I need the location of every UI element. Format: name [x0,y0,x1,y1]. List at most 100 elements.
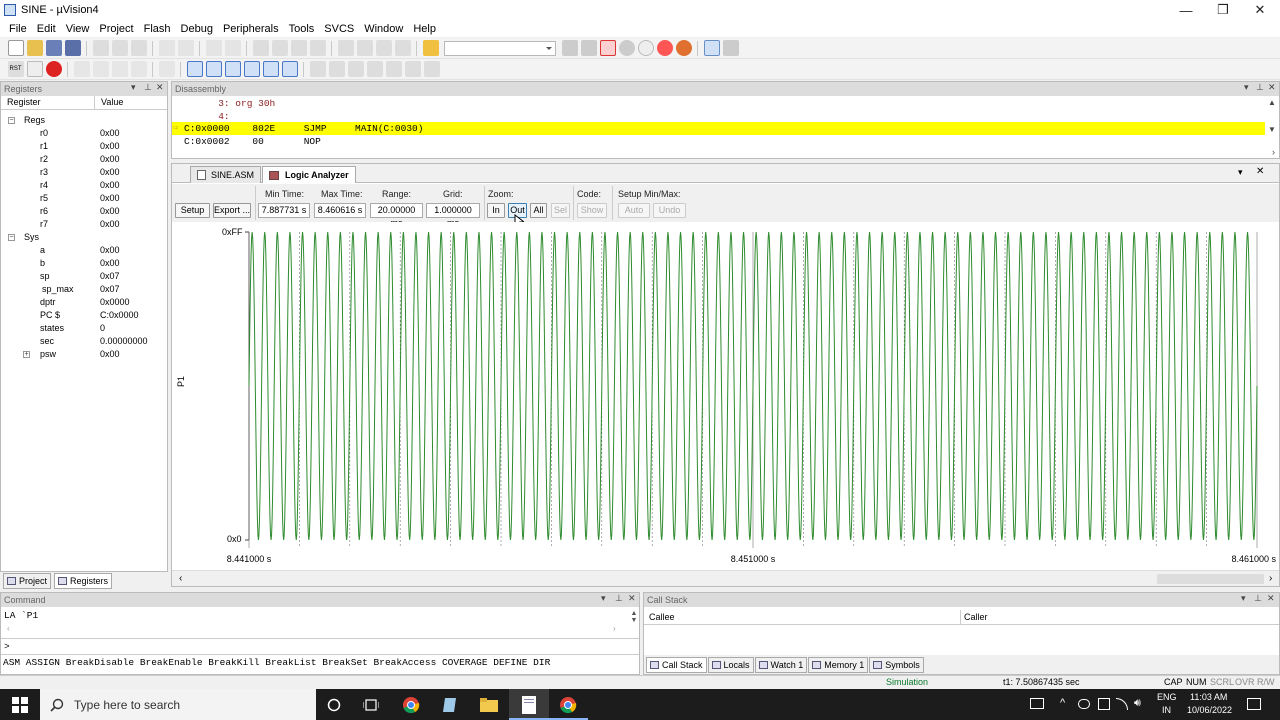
window-layout-icon[interactable] [703,40,720,56]
debug-session-icon[interactable] [599,40,616,56]
menu-flash[interactable]: Flash [142,23,173,35]
register-value[interactable]: 0x00 [100,257,120,270]
register-column-header[interactable]: Register [1,96,95,109]
find-icon[interactable] [580,40,597,56]
register-value[interactable]: 0x00 [100,140,120,153]
command-output-hscroll[interactable]: ‹ › [1,624,627,634]
copy-icon[interactable] [111,40,128,56]
panel-pin-icon[interactable]: ⊥ [1256,82,1264,93]
tab-symbols[interactable]: Symbols [869,656,924,673]
disassembly-hscroll-right-icon[interactable]: › [1272,147,1275,157]
taskbar-file-explorer[interactable] [469,689,509,720]
zoom-all-button[interactable]: All [530,203,547,218]
value-column-header[interactable]: Value [95,96,167,109]
panel-menu-icon[interactable]: ▾ [601,593,606,604]
nav-back-icon[interactable] [205,40,222,56]
insert-breakpoint-icon[interactable] [618,40,635,56]
system-viewer-icon[interactable] [385,61,402,77]
menu-view[interactable]: View [64,23,92,35]
command-window-icon[interactable] [186,61,203,77]
panel-menu-icon[interactable]: ▾ [1244,82,1249,93]
volume-icon[interactable]: 🔊︎ [1134,697,1141,710]
panel-close-icon[interactable]: ✕ [1267,593,1275,604]
panel-pin-icon[interactable]: ⊥ [615,593,623,604]
keyboard-icon[interactable] [1030,698,1044,709]
taskbar-chrome-2[interactable] [548,689,588,720]
registers-window-icon[interactable] [243,61,260,77]
panel-menu-icon[interactable]: ▾ [131,82,136,93]
run-to-cursor-icon[interactable] [130,61,147,77]
register-row[interactable]: r7 0x00 [1,218,167,231]
menu-tools[interactable]: Tools [287,23,317,35]
register-row[interactable]: sec 0.00000000 [1,335,167,348]
register-value[interactable]: 0.00000000 [100,335,148,348]
maximize-button[interactable]: ❐ [1205,0,1241,20]
collapse-icon[interactable]: − [8,117,15,124]
disable-breakpoints-icon[interactable] [656,40,673,56]
indent-icon[interactable] [337,40,354,56]
zoom-in-button[interactable]: In [487,203,505,218]
stop-icon[interactable] [45,61,62,77]
register-value[interactable]: 0x00 [100,205,120,218]
register-row[interactable]: r3 0x00 [1,166,167,179]
register-value[interactable]: 0x00 [100,218,120,231]
signal-name-label[interactable]: P1 [176,376,186,387]
register-row[interactable]: a 0x00 [1,244,167,257]
bookmark-icon[interactable] [252,40,269,56]
show-next-statement-icon[interactable] [158,61,175,77]
register-row[interactable]: r5 0x00 [1,192,167,205]
register-value[interactable]: 0x00 [100,348,120,361]
enable-breakpoint-icon[interactable] [637,40,654,56]
redo-icon[interactable] [177,40,194,56]
notifications-icon[interactable] [1247,698,1261,710]
zoom-sel-button[interactable]: Sel [551,203,570,218]
onedrive-icon[interactable] [1078,699,1090,709]
prev-bookmark-icon[interactable] [271,40,288,56]
disassembly-vscroll[interactable]: ▲ ▼ [1267,98,1277,146]
close-document-icon[interactable]: ✕ [1256,166,1264,177]
la-setup-button[interactable]: Setup ... [175,203,210,228]
collapse-icon[interactable]: − [8,234,15,241]
command-prompt[interactable]: > [4,641,10,652]
menu-edit[interactable]: Edit [35,23,58,35]
disassembly-line[interactable]: 3: org 30h [172,97,1252,110]
register-value[interactable]: 0x00 [100,244,120,257]
tray-chevron-icon[interactable]: ^ [1060,697,1065,709]
menu-debug[interactable]: Debug [179,23,215,35]
minimize-button[interactable]: — [1168,0,1204,20]
taskbar-app[interactable] [430,689,470,720]
code-show-button[interactable]: Show [577,203,607,218]
comment-icon[interactable] [375,40,392,56]
register-value[interactable]: 0x07 [100,283,120,296]
menu-help[interactable]: Help [411,23,438,35]
analysis-window-icon[interactable] [347,61,364,77]
auto-button[interactable]: Auto [618,203,650,218]
wifi-icon[interactable] [1116,698,1128,710]
tab-project[interactable]: Project [3,572,52,589]
tabs-dropdown-icon[interactable]: ▾ [1238,167,1243,178]
register-row[interactable]: sp 0x07 [1,270,167,283]
panel-close-icon[interactable]: ✕ [628,593,636,604]
paste-icon[interactable] [130,40,147,56]
panel-close-icon[interactable]: ✕ [156,82,164,93]
kill-breakpoints-icon[interactable] [675,40,692,56]
register-value[interactable]: 0x00 [100,166,120,179]
disassembly-line[interactable]: C:0x0002 00 NOP [172,135,1252,148]
register-value[interactable]: 0x00 [100,153,120,166]
debug-restore-views-icon[interactable] [423,61,440,77]
reset-icon[interactable]: RST [7,61,24,77]
taskbar-chrome[interactable] [391,689,431,720]
taskbar-search-box[interactable]: Type here to search [40,689,316,720]
clear-bookmarks-icon[interactable] [309,40,326,56]
tab-call-stack[interactable]: Call Stack [646,656,707,673]
disassembly-window-icon[interactable] [205,61,222,77]
cut-icon[interactable] [92,40,109,56]
language-line2[interactable]: IN [1162,705,1171,715]
panel-close-icon[interactable]: ✕ [1268,82,1276,93]
scroll-left-icon[interactable]: ‹ [179,573,182,584]
step-into-icon[interactable] [73,61,90,77]
la-export-button[interactable]: Export ... [213,203,251,218]
start-button[interactable] [0,689,40,720]
language-line1[interactable]: ENG [1157,692,1177,702]
register-value[interactable]: 0x00 [100,192,120,205]
